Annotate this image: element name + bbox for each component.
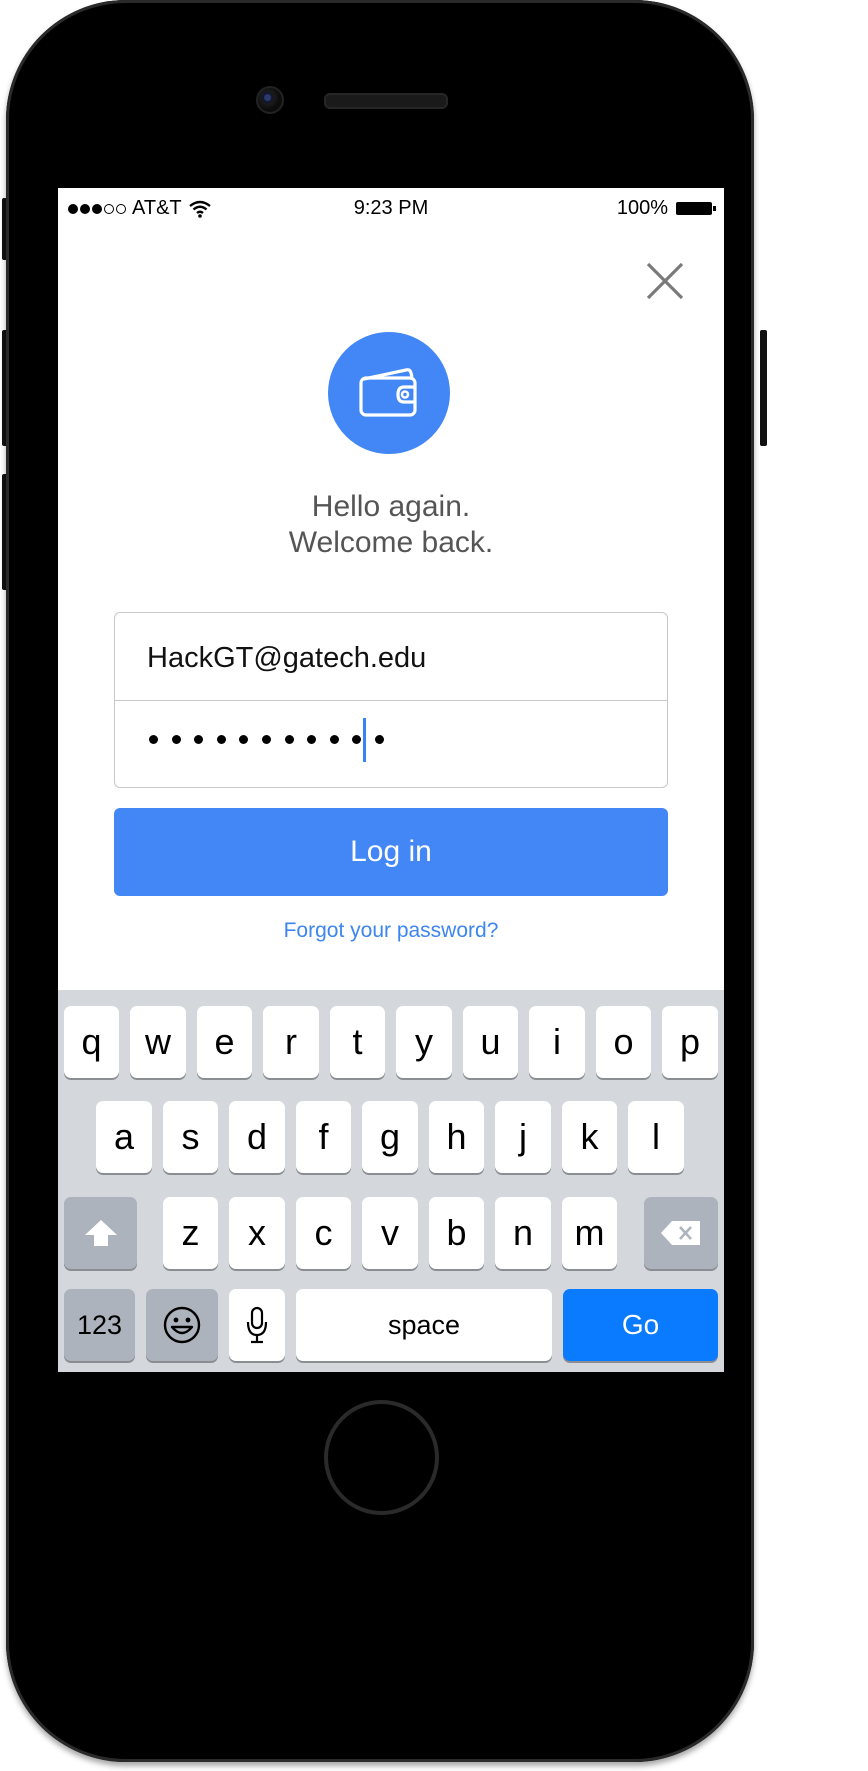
key-r[interactable]: r <box>263 1006 319 1078</box>
email-field[interactable]: HackGT@gatech.edu <box>115 613 667 700</box>
battery-percent: 100% <box>616 197 668 219</box>
key-a[interactable]: a <box>96 1101 152 1173</box>
password-field[interactable] <box>115 700 667 788</box>
front-camera <box>256 86 284 114</box>
key-g[interactable]: g <box>362 1101 418 1173</box>
key-z[interactable]: z <box>163 1197 218 1269</box>
battery-status: 100% <box>616 197 716 220</box>
password-dot <box>329 735 339 744</box>
close-icon <box>646 262 684 300</box>
key-x[interactable]: x <box>229 1197 285 1269</box>
login-form: HackGT@gatech.edu <box>114 612 668 788</box>
password-dot <box>239 735 249 744</box>
key-i[interactable]: i <box>529 1006 585 1078</box>
key-e[interactable]: e <box>197 1006 252 1078</box>
password-mask <box>149 735 384 744</box>
wallet-icon <box>359 368 417 417</box>
password-dot <box>307 735 317 744</box>
password-dot <box>261 735 271 744</box>
greeting-line-1: Hello again. <box>311 490 471 523</box>
key-f[interactable]: f <box>296 1101 351 1173</box>
password-dot <box>352 735 362 744</box>
delete-key[interactable] <box>644 1197 718 1269</box>
forgot-password-link[interactable]: Forgot your password? <box>58 919 724 943</box>
email-value: HackGT@gatech.edu <box>147 642 427 674</box>
home-button[interactable] <box>324 1400 439 1515</box>
password-dot <box>374 735 384 744</box>
key-k[interactable]: k <box>562 1101 617 1173</box>
password-dot <box>171 735 181 744</box>
greeting-line-2: Welcome back. <box>288 526 494 559</box>
key-v[interactable]: v <box>362 1197 418 1269</box>
key-j[interactable]: j <box>495 1101 551 1173</box>
password-dot <box>284 735 294 744</box>
close-button[interactable] <box>644 260 686 302</box>
backspace-icon <box>661 1221 700 1245</box>
dictation-key[interactable] <box>229 1289 285 1361</box>
key-q[interactable]: q <box>64 1006 119 1078</box>
go-key[interactable]: Go <box>563 1289 718 1361</box>
text-cursor <box>363 718 366 762</box>
password-dot <box>149 735 158 744</box>
password-dot <box>216 735 226 744</box>
key-n[interactable]: n <box>495 1197 551 1269</box>
space-key[interactable]: space <box>296 1289 552 1361</box>
emoji-key[interactable] <box>146 1289 218 1361</box>
earpiece-speaker <box>324 93 448 109</box>
keyboard: q w e r t y u i o p a s d f g h j k l z … <box>58 990 724 1372</box>
phone-frame: AT&T 9:23 PM 100% Hello again. Welcome b… <box>6 0 754 1762</box>
shift-arrow-icon <box>84 1220 117 1246</box>
emoji-icon <box>163 1306 201 1344</box>
numbers-key[interactable]: 123 <box>64 1289 135 1361</box>
key-h[interactable]: h <box>429 1101 484 1173</box>
screen: AT&T 9:23 PM 100% Hello again. Welcome b… <box>58 188 724 1372</box>
shift-key[interactable] <box>64 1197 137 1269</box>
key-t[interactable]: t <box>330 1006 385 1078</box>
key-u[interactable]: u <box>463 1006 518 1078</box>
app-logo <box>328 332 450 454</box>
key-p[interactable]: p <box>662 1006 718 1078</box>
microphone-icon <box>246 1306 268 1344</box>
key-l[interactable]: l <box>628 1101 684 1173</box>
key-d[interactable]: d <box>229 1101 285 1173</box>
password-dot <box>194 735 204 744</box>
key-o[interactable]: o <box>596 1006 651 1078</box>
battery-icon <box>676 202 716 215</box>
key-m[interactable]: m <box>562 1197 617 1269</box>
power-button <box>760 330 767 446</box>
key-b[interactable]: b <box>429 1197 484 1269</box>
key-y[interactable]: y <box>396 1006 452 1078</box>
key-w[interactable]: w <box>130 1006 186 1078</box>
key-s[interactable]: s <box>163 1101 218 1173</box>
key-c[interactable]: c <box>296 1197 351 1269</box>
login-button[interactable]: Log in <box>114 808 668 896</box>
status-bar: AT&T 9:23 PM 100% <box>58 188 724 228</box>
